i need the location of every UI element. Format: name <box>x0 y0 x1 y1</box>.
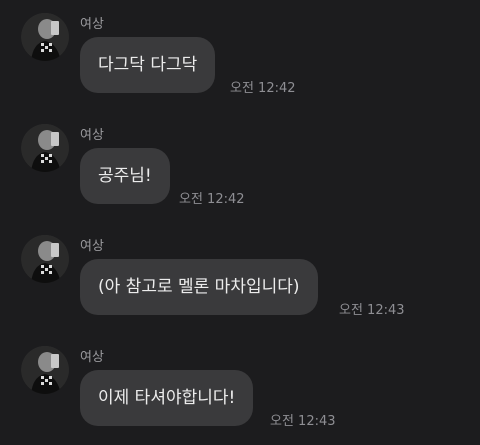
message-row: 여상 다그닥 다그닥 오전 12:42 <box>0 13 480 113</box>
message-bubble[interactable]: 공주님! <box>80 148 170 204</box>
avatar-photo-icon <box>21 124 69 172</box>
message-row: 여상 (아 참고로 멜론 마차입니다) 오전 12:43 <box>0 235 480 335</box>
message-row: 여상 이제 타셔야합니다! 오전 12:43 <box>0 346 480 445</box>
message-bubble[interactable]: (아 참고로 멜론 마차입니다) <box>80 259 318 315</box>
avatar-photo-icon <box>21 346 69 394</box>
sender-name: 여상 <box>80 17 104 32</box>
sender-name: 여상 <box>80 128 104 143</box>
chat-thread: 여상 다그닥 다그닥 오전 12:42 여상 공주님! 오전 12:42 여상 … <box>0 0 480 445</box>
avatar-photo-icon <box>21 13 69 61</box>
message-timestamp: 오전 12:43 <box>270 414 336 429</box>
message-row: 여상 공주님! 오전 12:42 <box>0 124 480 224</box>
message-bubble[interactable]: 이제 타셔야합니다! <box>80 370 254 426</box>
avatar-photo-icon <box>21 235 69 283</box>
sender-name: 여상 <box>80 350 104 365</box>
avatar[interactable] <box>21 124 69 172</box>
message-timestamp: 오전 12:42 <box>230 81 296 96</box>
avatar[interactable] <box>21 235 69 283</box>
avatar[interactable] <box>21 346 69 394</box>
message-timestamp: 오전 12:42 <box>179 192 245 207</box>
avatar[interactable] <box>21 13 69 61</box>
sender-name: 여상 <box>80 239 104 254</box>
message-timestamp: 오전 12:43 <box>339 303 405 318</box>
message-bubble[interactable]: 다그닥 다그닥 <box>80 37 216 93</box>
